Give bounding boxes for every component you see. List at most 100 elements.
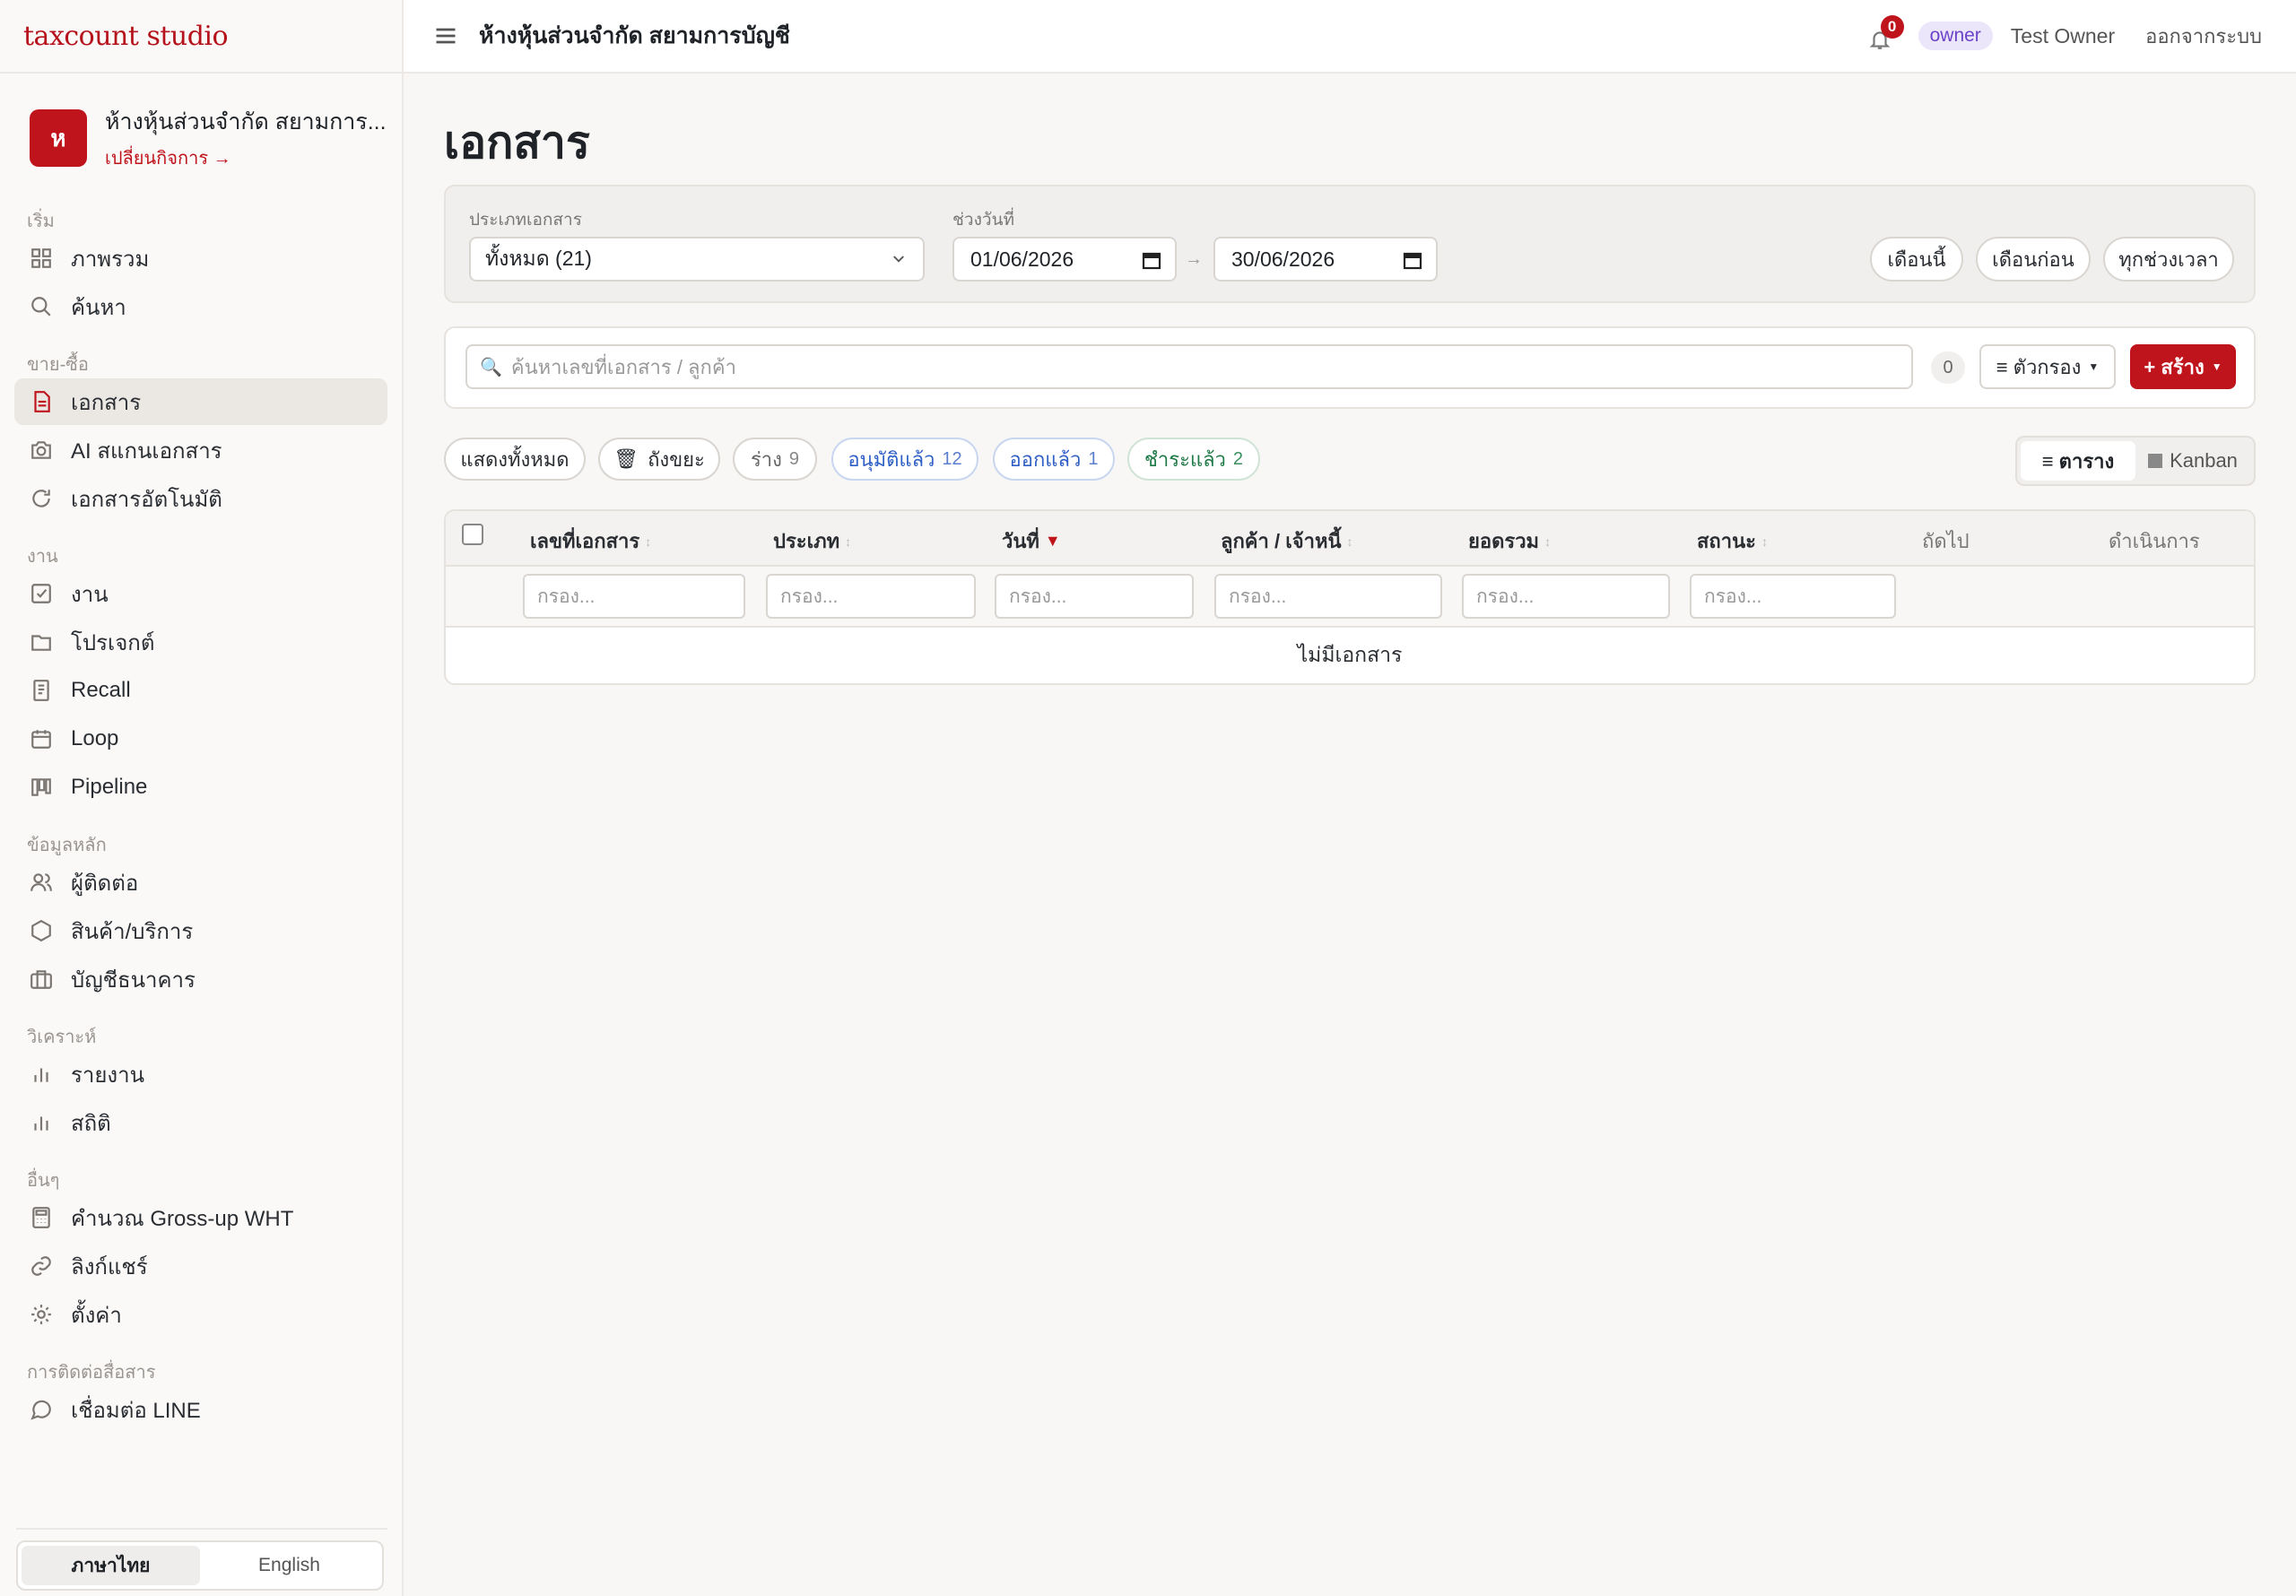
search-icon: 🔍 xyxy=(480,357,502,377)
sidebar-item-label: เชื่อมต่อ LINE xyxy=(71,1398,201,1423)
search-input[interactable]: 🔍 ค้นหาเลขที่เอกสาร / ลูกค้า xyxy=(465,344,1913,389)
sidebar-item-statistics[interactable]: สถิติ xyxy=(14,1099,387,1146)
section-label-other: อื่นๆ xyxy=(27,1171,60,1191)
refresh-icon xyxy=(30,487,53,510)
brand-logo[interactable]: taxcount studio xyxy=(0,0,402,74)
briefcase-icon xyxy=(30,967,53,991)
chip-count: 9 xyxy=(788,448,800,469)
filter-customer-input[interactable]: กรอง... xyxy=(1214,574,1442,619)
search-panel: 🔍 ค้นหาเลขที่เอกสาร / ลูกค้า 0 ≡ ตัวกรอง… xyxy=(444,326,2256,409)
column-label: ลูกค้า / เจ้าหนี้ xyxy=(1221,530,1342,552)
sidebar-item-contacts[interactable]: ผู้ติดต่อ xyxy=(14,859,387,906)
last-month-button[interactable]: เดือนก่อน xyxy=(1976,237,2091,282)
kanban-icon xyxy=(2148,454,2163,468)
sidebar-item-products[interactable]: สินค้า/บริการ xyxy=(14,907,387,954)
sidebar-item-label: งาน xyxy=(71,582,109,607)
chip-issued[interactable]: ออกแล้ว 1 xyxy=(993,438,1115,481)
column-doc-number[interactable]: เลขที่เอกสาร ↕ xyxy=(530,525,651,557)
filter-total-input[interactable]: กรอง... xyxy=(1462,574,1670,619)
search-icon xyxy=(30,295,53,318)
chip-paid[interactable]: ชำระแล้ว 2 xyxy=(1127,438,1260,481)
search-placeholder: ค้นหาเลขที่เอกสาร / ลูกค้า xyxy=(510,355,736,378)
chip-approved[interactable]: อนุมัติแล้ว 12 xyxy=(831,438,978,481)
bar-chart-icon xyxy=(30,1111,53,1134)
filter-button[interactable]: ≡ ตัวกรอง ▼ xyxy=(1979,344,2116,389)
column-date[interactable]: วันที่ ▼ xyxy=(1002,525,1061,557)
sidebar-item-grossup-wht[interactable]: คำนวณ Gross-up WHT xyxy=(14,1194,387,1241)
sidebar-item-recall[interactable]: Recall xyxy=(14,667,387,714)
sidebar-item-bank-accounts[interactable]: บัญชีธนาคาร xyxy=(14,956,387,1002)
column-status[interactable]: สถานะ ↕ xyxy=(1697,525,1768,557)
filter-status-input[interactable]: กรอง... xyxy=(1690,574,1896,619)
sidebar-item-auto-docs[interactable]: เอกสารอัตโนมัติ xyxy=(14,475,387,522)
chip-label: ออกแล้ว xyxy=(1009,447,1082,471)
date-from-input[interactable]: 01/06/2026 xyxy=(952,237,1177,282)
language-english-button[interactable]: English xyxy=(200,1546,378,1585)
sidebar: taxcount studio ห ห้างหุ้นส่วนจำกัด สยาม… xyxy=(0,0,404,1596)
chip-draft[interactable]: ร่าง 9 xyxy=(733,438,817,481)
select-all-checkbox[interactable] xyxy=(462,524,483,545)
chevron-down-icon xyxy=(893,256,904,263)
menu-toggle-icon[interactable] xyxy=(432,22,459,49)
sidebar-item-settings[interactable]: ตั้งค่า xyxy=(14,1291,387,1338)
sidebar-item-label: ลิงก์แชร์ xyxy=(71,1254,148,1279)
notification-count-badge: 0 xyxy=(1880,15,1904,39)
sidebar-item-overview[interactable]: ภาพรวม xyxy=(14,235,387,282)
create-button[interactable]: + สร้าง ▼ xyxy=(2130,344,2236,389)
doc-type-select[interactable]: ทั้งหมด (21) xyxy=(469,237,925,282)
calendar-icon[interactable] xyxy=(1402,249,1423,271)
caret-down-icon: ▼ xyxy=(2211,360,2222,373)
chip-trash[interactable]: 🗑 ถังขยะ xyxy=(598,438,720,481)
sidebar-item-pipeline[interactable]: Pipeline xyxy=(14,764,387,811)
all-time-button[interactable]: ทุกช่วงเวลา xyxy=(2103,237,2234,282)
chip-label: ชำระแล้ว xyxy=(1144,447,1226,471)
sidebar-item-loop[interactable]: Loop xyxy=(14,716,387,762)
column-label: วันที่ xyxy=(1002,530,1039,552)
empty-state-message: ไม่มีเอกสาร xyxy=(1297,643,1403,666)
table-header: เลขที่เอกสาร ↕ ประเภท ↕ วันที่ ▼ ลูกค้า / เ… xyxy=(446,511,2254,567)
filter-date-input[interactable]: กรอง... xyxy=(995,574,1194,619)
sidebar-item-label: Loop xyxy=(71,726,119,750)
column-type[interactable]: ประเภท ↕ xyxy=(773,525,851,557)
column-total[interactable]: ยอดรวม ↕ xyxy=(1468,525,1551,557)
sidebar-item-label: Pipeline xyxy=(71,775,148,799)
sidebar-item-search[interactable]: ค้นหา xyxy=(14,283,387,330)
filter-button-label: ≡ ตัวกรอง xyxy=(1996,355,2082,378)
user-name: Test Owner xyxy=(2010,23,2116,48)
business-switcher[interactable]: ห ห้างหุ้นส่วนจำกัด สยามการ... เปลี่ยนกิ… xyxy=(0,74,402,199)
date-to-input[interactable]: 30/06/2026 xyxy=(1213,237,1438,282)
calendar-icon[interactable] xyxy=(1141,249,1162,271)
language-thai-button[interactable]: ภาษาไทย xyxy=(22,1546,200,1585)
filter-doc-number-input[interactable]: กรอง... xyxy=(523,574,745,619)
sort-icon: ↕ xyxy=(1761,533,1768,549)
chip-count: 2 xyxy=(1232,448,1244,469)
sidebar-item-line[interactable]: เชื่อมต่อ LINE xyxy=(14,1386,387,1433)
sidebar-item-share-links[interactable]: ลิงก์แชร์ xyxy=(14,1243,387,1289)
sidebar-item-documents[interactable]: เอกสาร xyxy=(14,378,387,425)
logout-link[interactable]: ออกจากระบบ xyxy=(2145,21,2262,52)
divider xyxy=(16,1528,387,1530)
this-month-button[interactable]: เดือนนี้ xyxy=(1870,237,1963,282)
main-content: เอกสาร ประเภทเอกสาร ทั้งหมด (21) ช่วงวัน… xyxy=(444,74,2256,685)
sidebar-item-reports[interactable]: รายงาน xyxy=(14,1051,387,1097)
table-view-button[interactable]: ≡ ตาราง xyxy=(2021,441,2135,481)
business-title: ห้างหุ้นส่วนจำกัด สยามการบัญชี xyxy=(479,23,790,48)
result-count-badge: 0 xyxy=(1931,351,1965,384)
section-label-analytics: วิเคราะห์ xyxy=(27,1028,97,1047)
kanban-icon xyxy=(30,776,53,799)
sidebar-item-projects[interactable]: โปรเจกต์ xyxy=(14,619,387,665)
notifications-button[interactable]: 0 xyxy=(1868,15,1904,49)
switch-business-link[interactable]: เปลี่ยนกิจการ → xyxy=(105,143,387,172)
topbar: ห้างหุ้นส่วนจำกัด สยามการบัญชี 0 owner T… xyxy=(404,0,2296,74)
sidebar-item-ai-scan[interactable]: AI สแกนเอกสาร xyxy=(14,427,387,473)
chip-count: 12 xyxy=(942,448,962,469)
sidebar-item-tasks[interactable]: งาน xyxy=(14,570,387,617)
column-customer[interactable]: ลูกค้า / เจ้าหนี้ ↕ xyxy=(1221,525,1353,557)
date-range-arrow: → xyxy=(1185,249,1203,269)
calculator-icon xyxy=(30,1206,53,1229)
sidebar-item-label: ภาพรวม xyxy=(71,247,150,272)
chip-show-all[interactable]: แสดงทั้งหมด xyxy=(444,438,586,481)
camera-icon xyxy=(30,438,53,462)
kanban-view-button[interactable]: Kanban xyxy=(2135,441,2250,481)
filter-type-input[interactable]: กรอง... xyxy=(766,574,976,619)
